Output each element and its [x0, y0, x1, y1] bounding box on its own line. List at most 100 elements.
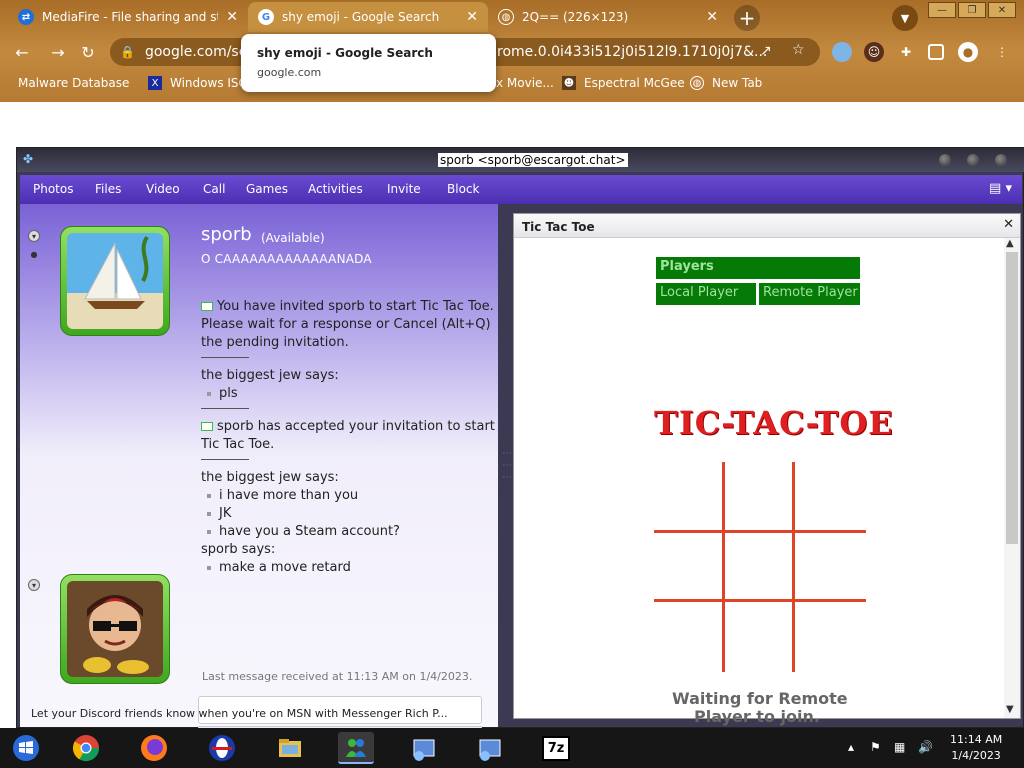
network-icon[interactable]: ▦	[894, 740, 905, 754]
7zip-icon[interactable]: 7z	[538, 732, 574, 764]
rich-presence-banner[interactable]: Let your Discord friends know when you'r…	[31, 707, 448, 720]
chat-message: i have more than you	[201, 487, 501, 505]
board-cell[interactable]	[725, 462, 793, 528]
opera-icon[interactable]	[204, 732, 240, 764]
close-activity-icon[interactable]: ✕	[1003, 217, 1014, 232]
board-cell[interactable]	[725, 533, 793, 599]
firefox-icon[interactable]	[136, 732, 172, 764]
url-text: google.com/sea	[144, 44, 256, 60]
tab-search-button[interactable]: ▼	[892, 5, 918, 31]
start-icon[interactable]	[8, 732, 44, 764]
close-tab-icon[interactable]: ✕	[466, 9, 478, 25]
scrollbar-thumb[interactable]	[1006, 252, 1018, 544]
board-cell[interactable]	[654, 533, 722, 599]
bookmark-star-icon[interactable]: ☆	[792, 42, 805, 58]
sender-label: sporb says:	[201, 542, 276, 557]
sender-label: the biggest jew says:	[201, 368, 339, 383]
options-menu-icon[interactable]: ▤ ▾	[989, 181, 1012, 196]
menu-video[interactable]: Video	[146, 182, 180, 196]
menu-games[interactable]: Games	[246, 182, 288, 196]
collapse-arrow-icon[interactable]: ▾	[28, 579, 40, 591]
globe-icon: ◍	[690, 76, 704, 90]
board-cell[interactable]	[795, 462, 863, 528]
installer-icon[interactable]	[406, 732, 442, 764]
messenger-menu-bar: Photos Files Video Call Games Activities…	[20, 175, 1022, 204]
tab-strip: ⇄ MediaFire - File sharing and storage ✕…	[0, 0, 1024, 34]
share-icon[interactable]: ↗	[760, 43, 772, 59]
menu-files[interactable]: Files	[95, 182, 121, 196]
forward-button[interactable]: →	[48, 42, 68, 62]
extensions-puzzle-icon[interactable]: ✚	[896, 42, 916, 62]
activity-pane: Tic Tac Toe ✕ Players Local Player Remot…	[513, 213, 1021, 726]
envelope-icon	[201, 302, 213, 311]
bookmark-espectral-mcgee[interactable]: ☻ Espectral McGee	[562, 76, 685, 90]
system-message-accepted: sporb has accepted your invitation to st…	[201, 419, 495, 452]
activity-title: Tic Tac Toe	[522, 220, 595, 234]
x-logo-icon: X	[148, 76, 162, 90]
chrome-icon[interactable]	[68, 732, 104, 764]
mediafire-icon: ⇄	[18, 9, 34, 25]
remote-player-button[interactable]: Remote Player	[759, 283, 860, 305]
board-cell[interactable]	[795, 533, 863, 599]
volume-icon[interactable]: 🔊	[918, 740, 933, 754]
new-tab-button[interactable]: +	[734, 5, 760, 31]
menu-invite[interactable]: Invite	[387, 182, 421, 196]
close-window-button[interactable]: ✕	[988, 2, 1016, 18]
tab-title: 2Q== (226×123)	[522, 10, 629, 24]
sailboat-picture	[67, 233, 163, 329]
tab-image[interactable]: ◍ 2Q== (226×123) ✕	[488, 2, 728, 32]
board-cell[interactable]	[654, 462, 722, 528]
contact-status: (Available)	[261, 231, 325, 245]
menu-call[interactable]: Call	[203, 182, 225, 196]
messenger-title-bar[interactable]: ✤ sporb <sporb@escargot.chat>	[17, 148, 1024, 172]
system-message-invite: You have invited sporb to start Tic Tac …	[201, 299, 494, 350]
board-cell[interactable]	[725, 602, 793, 668]
chat-message: have you a Steam account?	[201, 523, 501, 541]
my-avatar[interactable]	[60, 574, 170, 684]
contact-avatar[interactable]	[60, 226, 170, 336]
profile-icon[interactable]: ●	[958, 42, 978, 62]
pane-resize-handle[interactable]: ⋮⋮⋮	[501, 448, 512, 484]
menu-photos[interactable]: Photos	[33, 182, 73, 196]
chat-message: make a move retard	[201, 559, 501, 577]
back-button[interactable]: ←	[12, 42, 32, 62]
menu-kebab-icon[interactable]: ⋮	[992, 42, 1012, 62]
collapse-arrow-icon[interactable]: ▾	[28, 230, 40, 242]
menu-block[interactable]: Block	[447, 182, 479, 196]
extension-flag-icon[interactable]	[832, 42, 852, 62]
system-clock[interactable]: 11:14 AM 1/4/2023	[950, 732, 1002, 764]
bookmark-windows-iso[interactable]: X Windows ISO	[148, 76, 248, 90]
local-player-button[interactable]: Local Player	[656, 283, 756, 305]
reload-button[interactable]: ↻	[78, 42, 98, 62]
envelope-icon	[201, 422, 213, 431]
tooltip-title: shy emoji - Google Search	[257, 46, 433, 60]
close-tab-icon[interactable]: ✕	[706, 9, 718, 25]
board-cell[interactable]	[795, 602, 863, 668]
side-panel-icon[interactable]	[928, 44, 944, 60]
minimize-button[interactable]	[939, 154, 951, 166]
scroll-up-icon[interactable]: ▲	[1006, 238, 1014, 249]
activity-scrollbar[interactable]: ▲ ▼	[1004, 238, 1020, 718]
tab-mediafire[interactable]: ⇄ MediaFire - File sharing and storage ✕	[8, 2, 248, 32]
close-tab-icon[interactable]: ✕	[226, 9, 238, 25]
tab-google-search[interactable]: G shy emoji - Google Search ✕	[248, 2, 488, 32]
scroll-down-icon[interactable]: ▼	[1006, 704, 1014, 715]
conversation-pane: ▾ ● sporb (Available) O CAAAAAAAAAAAAANA…	[20, 204, 501, 748]
board-cell[interactable]	[654, 602, 722, 668]
maximize-button[interactable]	[967, 154, 979, 166]
bookmark-new-tab[interactable]: ◍ New Tab	[690, 76, 762, 90]
installer-icon[interactable]	[472, 732, 508, 764]
menu-activities[interactable]: Activities	[308, 182, 363, 196]
messenger-icon[interactable]	[338, 732, 374, 764]
bookmark-movies[interactable]: x Movie...	[496, 76, 554, 90]
bookmark-malware-database[interactable]: Malware Database	[18, 76, 129, 90]
file-explorer-icon[interactable]	[272, 732, 308, 764]
minimize-button[interactable]: —	[928, 2, 956, 18]
maximize-button[interactable]: ❐	[958, 2, 986, 18]
close-button[interactable]	[995, 154, 1007, 166]
action-center-flag-icon[interactable]: ⚑	[870, 740, 881, 754]
tray-expand-icon[interactable]: ▴	[848, 740, 854, 754]
chat-message: JK	[201, 505, 501, 523]
extension-avatar-icon[interactable]: ☺	[864, 42, 884, 62]
messenger-window: ✤ sporb <sporb@escargot.chat> Photos Fil…	[16, 147, 1024, 748]
